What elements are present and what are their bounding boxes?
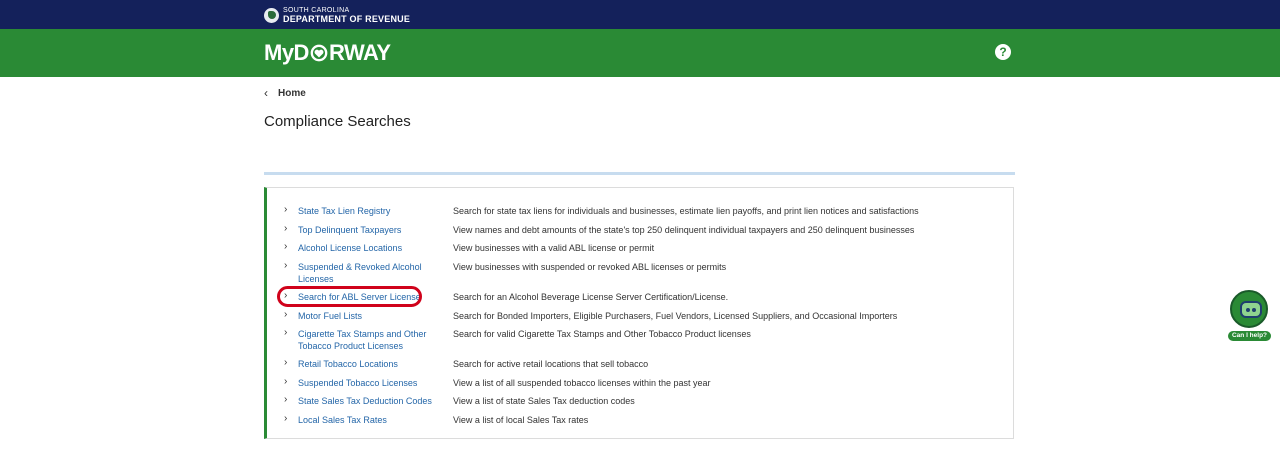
search-description: Search for valid Cigarette Tax Stamps an… (453, 329, 751, 339)
brand-suffix: RWAY (328, 40, 391, 65)
search-link[interactable]: State Tax Lien Registry (298, 205, 433, 217)
brand-prefix: MyD (264, 40, 309, 65)
search-link[interactable]: Local Sales Tax Rates (298, 414, 433, 426)
title-divider (264, 172, 1015, 175)
search-link[interactable]: Motor Fuel Lists (298, 310, 433, 322)
search-description: Search for state tax liens for individua… (453, 206, 919, 216)
search-description: Search for an Alcohol Beverage License S… (453, 292, 729, 302)
search-description: View businesses with suspended or revoke… (453, 262, 727, 272)
breadcrumb-home-link[interactable]: Home (278, 88, 306, 99)
chevron-right-icon: › (284, 413, 288, 424)
search-description: View businesses with a valid ABL license… (453, 243, 655, 253)
chevron-right-icon: › (284, 394, 288, 405)
chevron-right-icon: › (284, 204, 288, 215)
chevron-right-icon: › (284, 260, 288, 271)
chevron-right-icon: › (284, 357, 288, 368)
search-link[interactable]: State Sales Tax Deduction Codes (298, 395, 433, 407)
search-link[interactable]: Retail Tobacco Locations (298, 358, 433, 370)
highlight-annotation (277, 286, 422, 307)
scdor-logo[interactable]: SOUTH CAROLINA DEPARTMENT OF REVENUE (264, 6, 410, 24)
chevron-right-icon: › (284, 241, 288, 252)
search-link[interactable]: Suspended Tobacco Licenses (298, 377, 433, 389)
palmetto-seal-icon (264, 7, 279, 23)
compliance-search-list: › State Tax Lien Registry Search for sta… (264, 187, 1014, 439)
chevron-left-icon: ‹ (264, 86, 268, 100)
chatbot-avatar-icon (1230, 290, 1268, 328)
breadcrumb[interactable]: ‹ Home (264, 86, 306, 100)
chatbot-widget[interactable]: Can I help? (1228, 290, 1272, 342)
chevron-right-icon: › (284, 223, 288, 234)
chevron-right-icon: › (284, 376, 288, 387)
app-header-bar: MyD RWAY ? (0, 29, 1280, 77)
chevron-right-icon: › (284, 327, 288, 338)
page-title: Compliance Searches (264, 113, 411, 130)
chatbot-label[interactable]: Can I help? (1228, 331, 1271, 341)
search-link[interactable]: Alcohol License Locations (298, 242, 433, 254)
heart-logo-icon (310, 44, 328, 62)
chevron-right-icon: › (284, 309, 288, 320)
search-description: View names and debt amounts of the state… (453, 225, 915, 235)
search-link[interactable]: Cigarette Tax Stamps and Other Tobacco P… (298, 328, 433, 352)
search-link[interactable]: Suspended & Revoked Alcohol Licenses (298, 261, 433, 285)
search-link[interactable]: Top Delinquent Taxpayers (298, 224, 433, 236)
search-description: View a list of local Sales Tax rates (453, 415, 589, 425)
robot-face-icon (1240, 301, 1262, 318)
search-description: View a list of state Sales Tax deduction… (453, 396, 635, 406)
search-description: Search for Bonded Importers, Eligible Pu… (453, 311, 898, 321)
agency-header-bar: SOUTH CAROLINA DEPARTMENT OF REVENUE (0, 0, 1280, 29)
agency-department-name: DEPARTMENT OF REVENUE (283, 14, 411, 24)
search-description: Search for active retail locations that … (453, 359, 649, 369)
help-icon[interactable]: ? (995, 44, 1011, 60)
mydorway-logo[interactable]: MyD RWAY (264, 40, 391, 66)
search-description: View a list of all suspended tobacco lic… (453, 378, 711, 388)
